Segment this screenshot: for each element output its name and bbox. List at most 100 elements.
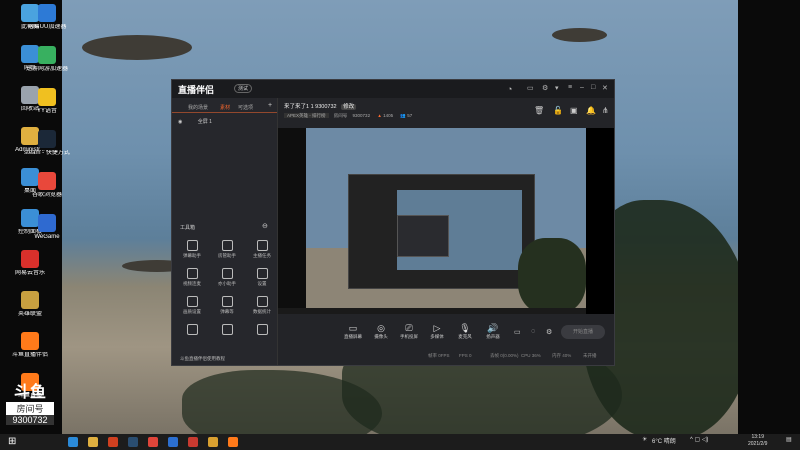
control-icon: 🔊 (487, 323, 499, 333)
control-button[interactable]: ◎ 摄像头 (368, 323, 394, 340)
lock-icon[interactable]: 🔓 (553, 106, 563, 115)
clock-date: 2021/2/9 (748, 441, 768, 447)
tool-icon (186, 296, 198, 307)
gear-icon[interactable]: ⚙ (546, 328, 552, 336)
tool-item[interactable]: 数据统计 (246, 296, 278, 315)
tool-icon (186, 268, 198, 279)
preview-foliage (518, 238, 586, 314)
weather-icon[interactable]: ☀ (642, 436, 647, 443)
layout-icon[interactable]: ▣ (570, 106, 578, 115)
tool-item[interactable] (176, 324, 208, 337)
tool-item[interactable] (246, 324, 278, 337)
desktop-icon[interactable]: 斗鱼直播伴侣 (0, 332, 60, 359)
desktop-icon[interactable]: steam - 快捷方式 (17, 130, 77, 157)
tab-underline (172, 112, 277, 113)
control-button[interactable]: ▷ 多媒体 (424, 323, 450, 340)
status-item: FPS 0 (459, 353, 472, 358)
category[interactable]: APEX英雄 - 排行榜 (284, 113, 329, 118)
sidebar: 我的场景 素材 可选项 + ◉ 全屏 1 工具箱 ⊖ 弹幕助手 房管助手 主播任务视… (172, 98, 278, 365)
share-icon[interactable]: ⋔ (602, 106, 609, 115)
taskbar-app-edge-icon[interactable] (68, 437, 78, 447)
maximize-icon[interactable]: □ (591, 84, 595, 91)
desktop-icon-glyph (38, 172, 56, 190)
message-icon[interactable]: ▭ (527, 84, 534, 92)
version-badge[interactable]: 测试 (234, 84, 253, 93)
taskbar-app-office-icon[interactable] (108, 437, 118, 447)
trash-icon[interactable]: 🗑 (534, 106, 544, 115)
weather-text[interactable]: 6°C 晴朗 (652, 436, 676, 445)
toolbox-collapse-icon[interactable]: ⊖ (262, 222, 268, 230)
settings-icon[interactable]: ⚙ (542, 84, 548, 92)
desktop-icon[interactable]: 网易云音乐 (0, 250, 60, 277)
tool-icon (256, 240, 268, 251)
tool-item[interactable]: 画质设置 (176, 296, 208, 315)
scene-name: 全屏 1 (197, 119, 212, 125)
tool-label: 弹幕等 (220, 309, 234, 314)
watermark-label: 房间号 (6, 402, 54, 415)
taskbar-app-chrome-icon[interactable] (148, 437, 158, 447)
camera-rec-icon[interactable]: ▭ (514, 328, 521, 336)
room-id: 9300732 (352, 113, 371, 118)
tool-label: 视频连麦 (183, 281, 201, 286)
avatar-icon[interactable]: ◔ (507, 84, 512, 94)
tool-item[interactable]: 亦小助手 (211, 268, 243, 287)
control-label: 直播屏幕 (344, 334, 362, 339)
timer-icon[interactable]: ◌ (531, 328, 535, 335)
tool-item[interactable]: 房管助手 (211, 240, 243, 259)
viewers-icon: 👥 (400, 113, 406, 118)
tab-options[interactable]: 可选项 (238, 104, 253, 111)
control-button[interactable]: 🔊 扬声器 (480, 323, 506, 340)
control-button[interactable]: ⎚ 手机投屏 (396, 323, 422, 340)
control-button[interactable]: ▭ 直播屏幕 (340, 323, 366, 340)
desktop-icon[interactable]: 谷歌浏览器 (17, 172, 77, 199)
tray-icons[interactable]: ^ ▢ ◁) (690, 436, 708, 443)
notification-icon[interactable]: ▤ (786, 436, 792, 443)
bell-icon[interactable]: 🔔 (586, 106, 596, 115)
menu-icon[interactable]: ▾ (555, 84, 559, 92)
stream-preview[interactable] (278, 128, 586, 314)
window-titlebar[interactable]: 直播伴侣 测试 ◔ ▭ ⚙ ▾ ≡ – □ ✕ (172, 80, 614, 98)
taskbar-app-steam-icon[interactable] (128, 437, 138, 447)
taskbar-app-explorer-icon[interactable] (88, 437, 98, 447)
tool-label: 亦小助手 (218, 281, 236, 286)
taskbar-app-game3-icon[interactable] (208, 437, 218, 447)
status-item: 未开播 (583, 353, 597, 358)
clock[interactable]: 13:19 2021/2/9 (748, 434, 767, 448)
edit-title-button[interactable]: 修改 (341, 104, 357, 110)
skin-icon[interactable]: ≡ (568, 84, 572, 91)
desktop-icon[interactable]: YY语音 (17, 88, 77, 115)
tutorial-link[interactable]: 斗鱼直播伴侣使用教程 (180, 356, 225, 362)
start-live-button[interactable]: 开始直播 (561, 325, 605, 339)
desktop-icon[interactable]: 英雄联盟 (0, 291, 60, 318)
desktop-icon-label: 谷歌浏览器 (31, 192, 62, 198)
minimize-icon[interactable]: – (580, 84, 584, 91)
eye-icon[interactable]: ◉ (178, 119, 182, 125)
tool-item[interactable]: 视频连麦 (176, 268, 208, 287)
tool-item[interactable]: 弹幕助手 (176, 240, 208, 259)
close-icon[interactable]: ✕ (602, 84, 608, 92)
windows-start-icon[interactable]: ⊞ (8, 436, 16, 447)
desktop-icon[interactable]: 迅游网游加速器 (17, 46, 77, 73)
control-label: 手机投屏 (400, 334, 418, 339)
tool-item[interactable]: 设置 (246, 268, 278, 287)
desktop-icon[interactable]: 网易UU加速器 (17, 4, 77, 31)
nested-preview-window (348, 174, 535, 289)
tool-icon (186, 324, 198, 335)
desktop-icon[interactable]: WeGame (17, 214, 77, 241)
control-button[interactable]: 🎙 麦克风 (452, 323, 478, 340)
wallpaper-rock (82, 35, 192, 60)
tool-item[interactable]: 主播任务 (246, 240, 278, 259)
watermark-room-number: 9300732 (6, 415, 54, 425)
desktop-icon-label: 英雄联盟 (17, 311, 42, 317)
tab-materials[interactable]: 素材 (220, 104, 230, 111)
taskbar-app-game2-icon[interactable] (188, 437, 198, 447)
tab-scenes[interactable]: 我的场景 (188, 104, 208, 111)
tool-item[interactable] (211, 324, 243, 337)
tool-icon (256, 296, 268, 307)
taskbar-app-game-icon[interactable] (168, 437, 178, 447)
taskbar-app-douyu-icon[interactable] (228, 437, 238, 447)
tool-icon (186, 240, 198, 251)
add-scene-icon[interactable]: + (268, 102, 272, 109)
tool-item[interactable]: 弹幕等 (211, 296, 243, 315)
scene-item[interactable]: ◉ 全屏 1 (178, 118, 212, 125)
